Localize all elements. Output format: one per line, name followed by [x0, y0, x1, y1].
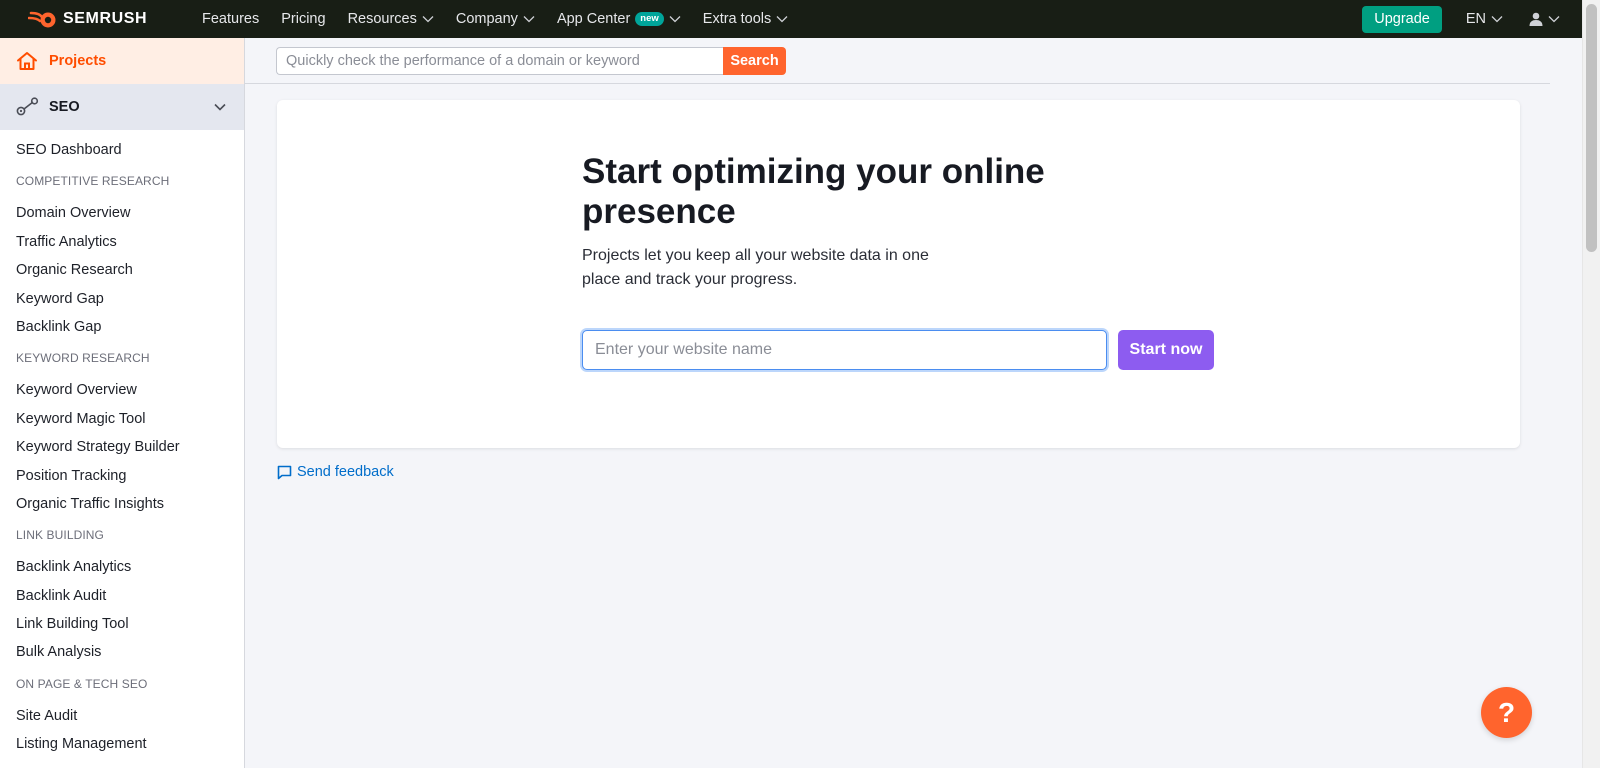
- sidebar-section-seo[interactable]: SEO: [0, 84, 244, 130]
- send-feedback-label: Send feedback: [297, 464, 394, 480]
- brand-name: SEMRUSH: [63, 10, 148, 27]
- nav-resources[interactable]: Resources: [348, 11, 434, 27]
- send-feedback-link[interactable]: Send feedback: [277, 464, 394, 480]
- chevron-down-icon: [523, 16, 535, 23]
- sidebar-item-bulk-analysis[interactable]: Bulk Analysis: [0, 638, 244, 666]
- sidebar-item-backlink-gap[interactable]: Backlink Gap: [0, 313, 244, 341]
- projects-empty-state-card: Start optimizing your online presence Pr…: [277, 100, 1520, 448]
- sidebar-item-keyword-strategy-builder[interactable]: Keyword Strategy Builder: [0, 433, 244, 461]
- nav-company-label: Company: [455, 11, 518, 27]
- semrush-fireball-icon: [28, 11, 56, 28]
- nav-pricing-label: Pricing: [281, 11, 326, 27]
- sidebar-item-position-tracking[interactable]: Position Tracking: [0, 462, 244, 490]
- nav-company[interactable]: Company: [456, 11, 535, 27]
- sidebar-item-organic-research[interactable]: Organic Research: [0, 256, 244, 284]
- nav-app-center[interactable]: App Center new: [557, 11, 681, 27]
- sidebar-heading: KEYWORD RESEARCH: [16, 351, 150, 366]
- sidebar-item-link-building-tool[interactable]: Link Building Tool: [0, 610, 244, 638]
- quick-search-bar: Search: [245, 38, 1550, 84]
- chevron-down-icon: [669, 16, 681, 23]
- sidebar-item-organic-traffic-insights[interactable]: Organic Traffic Insights: [0, 490, 244, 518]
- website-name-input[interactable]: [582, 330, 1107, 370]
- upgrade-button[interactable]: Upgrade: [1362, 5, 1442, 33]
- sidebar-item-site-audit[interactable]: Site Audit: [0, 702, 244, 730]
- main-nav: Features Pricing Resources Company App C…: [202, 0, 810, 38]
- seo-toolkit-icon: [16, 97, 39, 116]
- sidebar-item-keyword-gap[interactable]: Keyword Gap: [0, 285, 244, 313]
- start-now-button[interactable]: Start now: [1118, 330, 1214, 370]
- chevron-down-icon: [214, 103, 226, 111]
- page-title: Start optimizing your online presence: [582, 152, 1045, 231]
- chevron-down-icon: [776, 16, 788, 23]
- sidebar-item-keyword-magic-tool[interactable]: Keyword Magic Tool: [0, 405, 244, 433]
- nav-extra-tools-label: Extra tools: [702, 11, 772, 27]
- language-label: EN: [1465, 11, 1486, 27]
- language-selector[interactable]: EN: [1466, 11, 1503, 27]
- top-right-controls: Upgrade EN: [1362, 0, 1560, 38]
- page-subtitle: Projects let you keep all your website d…: [582, 247, 929, 288]
- sidebar-item-listing-management[interactable]: Listing Management: [0, 730, 244, 758]
- user-icon: [1529, 12, 1543, 26]
- nav-resources-label: Resources: [347, 11, 417, 27]
- sidebar-item-label: SEO: [49, 99, 80, 115]
- quick-search-input[interactable]: [276, 47, 724, 75]
- scrollbar-thumb[interactable]: [1586, 4, 1597, 252]
- sidebar-menu-list: SEO Dashboard COMPETITIVE RESEARCH Domai…: [0, 130, 244, 759]
- sidebar-item-backlink-audit[interactable]: Backlink Audit: [0, 582, 244, 610]
- sidebar-item-projects[interactable]: Projects: [0, 38, 244, 84]
- nav-features-label: Features: [202, 11, 260, 27]
- sidebar: Projects SEO SEO Dashboard COMPETITIVE R…: [0, 38, 245, 768]
- nav-pricing[interactable]: Pricing: [281, 11, 325, 27]
- sidebar-item-domain-overview[interactable]: Domain Overview: [0, 199, 244, 227]
- home-icon: [17, 52, 37, 70]
- chevron-down-icon: [1548, 16, 1560, 23]
- sidebar-heading: LINK BUILDING: [16, 528, 104, 543]
- sidebar-item-traffic-analytics[interactable]: Traffic Analytics: [0, 228, 244, 256]
- top-navigation-bar: SEMRUSH Features Pricing Resources Compa…: [0, 0, 1600, 38]
- sidebar-item-keyword-overview[interactable]: Keyword Overview: [0, 376, 244, 404]
- feedback-icon: [277, 465, 292, 479]
- sidebar-item-label: Projects: [49, 53, 107, 69]
- nav-app-center-label: App Center: [556, 11, 631, 27]
- sidebar-heading: ON PAGE & TECH SEO: [16, 676, 148, 691]
- chevron-down-icon: [1491, 16, 1503, 23]
- semrush-logo[interactable]: SEMRUSH: [28, 0, 188, 38]
- user-menu[interactable]: [1529, 12, 1560, 26]
- page-scrollbar[interactable]: [1582, 0, 1600, 768]
- sidebar-item-seo-dashboard[interactable]: SEO Dashboard: [0, 136, 244, 164]
- nav-features[interactable]: Features: [202, 11, 259, 27]
- sidebar-heading: COMPETITIVE RESEARCH: [16, 174, 170, 189]
- search-button[interactable]: Search: [723, 47, 786, 75]
- sidebar-item-backlink-analytics[interactable]: Backlink Analytics: [0, 553, 244, 581]
- chevron-down-icon: [422, 16, 434, 23]
- nav-extra-tools[interactable]: Extra tools: [703, 11, 789, 27]
- help-button[interactable]: ?: [1481, 687, 1532, 738]
- new-badge: new: [635, 12, 664, 26]
